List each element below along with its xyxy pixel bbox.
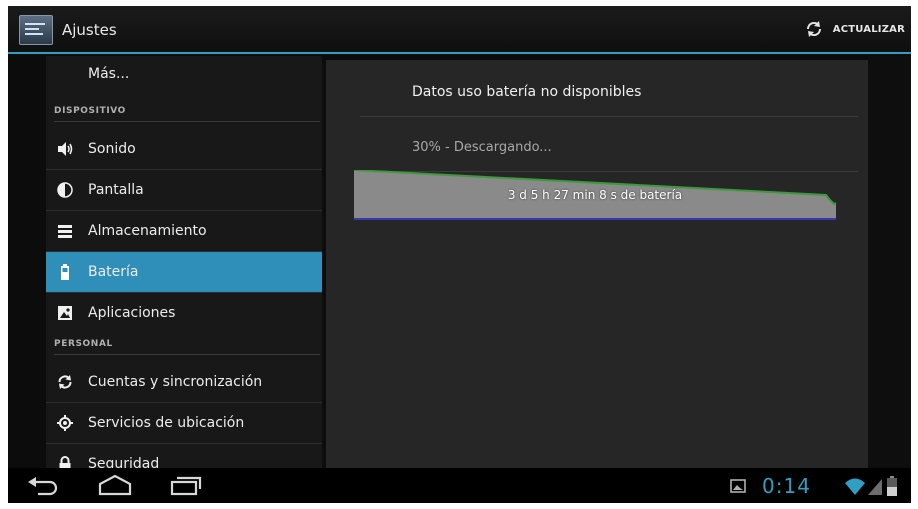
sidebar-item-apps[interactable]: Aplicaciones (46, 293, 322, 333)
sidebar-item-label: Almacenamiento (88, 223, 207, 239)
section-header-device: DISPOSITIVO (54, 106, 320, 122)
action-bar: Ajustes ACTUALIZAR (8, 6, 911, 54)
home-icon[interactable] (96, 474, 134, 496)
recent-apps-icon[interactable] (168, 474, 202, 496)
back-icon[interactable] (26, 474, 60, 496)
pane-edge (868, 56, 911, 468)
lock-icon (56, 455, 74, 468)
sidebar-item-accounts-sync[interactable]: Cuentas y sincronización (46, 362, 322, 403)
speaker-icon (56, 140, 74, 158)
screenshot-icon (730, 479, 746, 493)
section-header-personal: PERSONAL (54, 339, 320, 355)
wifi-icon (845, 478, 865, 495)
sidebar-item-security[interactable]: Seguridad (46, 444, 322, 468)
brightness-icon (56, 181, 74, 199)
settings-app-icon[interactable] (19, 15, 53, 45)
sidebar-item-more[interactable]: Más... (46, 56, 322, 96)
battery-data-unavailable-text: Datos uso batería no disponibles (412, 84, 642, 100)
signal-icon (868, 479, 882, 495)
sidebar-item-location[interactable]: Servicios de ubicación (46, 403, 322, 444)
tablet-screen: Ajustes ACTUALIZAR Más... DISPOSITIVO So… (8, 6, 911, 503)
sidebar-item-storage[interactable]: Almacenamiento (46, 211, 322, 252)
sidebar-item-label: Seguridad (88, 456, 160, 468)
refresh-button[interactable]: ACTUALIZAR (804, 15, 905, 43)
sidebar-item-label: Sonido (88, 141, 136, 157)
apps-icon (56, 304, 74, 322)
storage-icon (56, 222, 74, 240)
sidebar-item-display[interactable]: Pantalla (46, 170, 322, 211)
system-navigation-bar: 0:14 (8, 468, 911, 503)
sidebar-item-sound[interactable]: Sonido (46, 129, 322, 170)
sidebar-item-label: Más... (88, 66, 130, 82)
location-icon (56, 414, 74, 432)
battery-time-label: 3 d 5 h 27 min 8 s de batería (507, 188, 683, 202)
sidebar-item-label: Batería (88, 264, 139, 280)
sidebar-item-label: Pantalla (88, 182, 144, 198)
sidebar-item-battery[interactable]: Batería (46, 252, 322, 293)
battery-status-text: 30% - Descargando... (412, 140, 552, 155)
page-title: Ajustes (62, 21, 117, 39)
sync-icon (56, 373, 74, 391)
battery-detail-pane: Datos uso batería no disponibles 30% - D… (326, 60, 868, 468)
refresh-icon (806, 21, 821, 37)
divider (360, 116, 858, 117)
sidebar-item-label: Cuentas y sincronización (88, 374, 263, 390)
sidebar-item-label: Servicios de ubicación (88, 415, 245, 431)
refresh-label: ACTUALIZAR (832, 23, 905, 35)
battery-icon (56, 263, 74, 281)
settings-sidebar: Más... DISPOSITIVO Sonido Pantalla Almac… (46, 56, 322, 468)
clock: 0:14 (762, 474, 811, 498)
sidebar-item-label: Aplicaciones (88, 305, 176, 321)
battery-status-icon (887, 476, 897, 496)
